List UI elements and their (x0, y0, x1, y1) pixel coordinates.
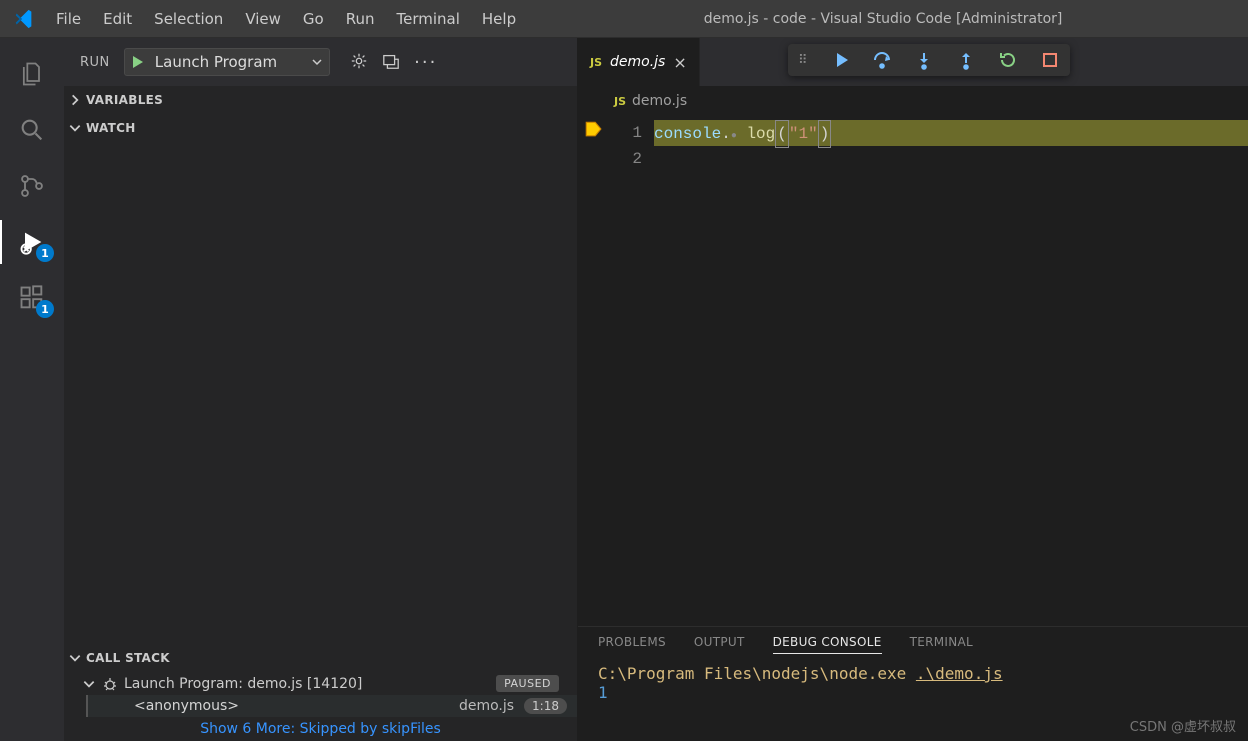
editor-body[interactable]: 1 2 console.● log("1") (578, 116, 1248, 626)
gear-icon[interactable] (350, 52, 368, 70)
activity-extensions[interactable]: 1 (0, 270, 64, 326)
step-out-icon[interactable] (956, 50, 976, 70)
panel-tab-debug-console[interactable]: DEBUG CONSOLE (773, 635, 882, 654)
editor-area: JS demo.js × ⠿ JS demo.js 1 2 (578, 38, 1248, 741)
activity-explorer[interactable] (0, 46, 64, 102)
frame-position: 1:18 (524, 698, 567, 714)
debug-toolbar[interactable]: ⠿ (788, 44, 1070, 76)
console-output-line: 1 (598, 683, 1228, 702)
menu-terminal[interactable]: Terminal (387, 6, 470, 32)
continue-icon[interactable] (830, 50, 850, 70)
debug-console-icon[interactable] (382, 52, 400, 70)
titlebar: File Edit Selection View Go Run Terminal… (0, 0, 1248, 38)
step-into-icon[interactable] (914, 50, 934, 70)
activitybar: 1 1 (0, 38, 64, 741)
gutter (578, 116, 606, 626)
line-number: 1 (606, 120, 642, 146)
run-sidebar: RUN Launch Program ··· VARIABLES WATCH C… (64, 38, 578, 741)
code-line-2[interactable] (654, 146, 1248, 172)
token-object: console (654, 125, 721, 143)
play-icon (129, 54, 145, 70)
line-numbers: 1 2 (606, 116, 654, 626)
menu-selection[interactable]: Selection (144, 6, 233, 32)
menubar: File Edit Selection View Go Run Terminal… (46, 6, 526, 32)
token-paren: ( (775, 120, 789, 148)
more-actions-icon[interactable]: ··· (414, 52, 437, 73)
menu-file[interactable]: File (46, 6, 91, 32)
token-paren: ) (818, 120, 832, 148)
watermark: CSDN @虚坏叔叔 (1130, 716, 1236, 735)
line-number: 2 (606, 146, 642, 172)
frame-name: <anonymous> (134, 698, 239, 714)
menu-go[interactable]: Go (293, 6, 334, 32)
section-watch[interactable]: WATCH (64, 114, 577, 142)
panel-tab-output[interactable]: OUTPUT (694, 635, 745, 654)
token-dot: . (721, 125, 731, 143)
panel-tab-terminal[interactable]: TERMINAL (910, 635, 973, 654)
bug-icon (102, 676, 118, 692)
drag-handle-icon[interactable]: ⠿ (798, 53, 808, 68)
section-callstack[interactable]: CALL STACK (64, 644, 577, 672)
console-launch-line: C:\Program Files\nodejs\node.exe .\demo.… (598, 664, 1228, 683)
activity-run-debug[interactable]: 1 (0, 214, 64, 270)
step-over-icon[interactable] (872, 50, 892, 70)
code-line-1[interactable]: console.● log("1") (654, 120, 1248, 146)
callstack-thread[interactable]: Launch Program: demo.js [14120] PAUSED (64, 672, 577, 695)
chevron-down-icon (82, 677, 96, 691)
breadcrumb[interactable]: JS demo.js (578, 86, 1248, 116)
window-title: demo.js - code - Visual Studio Code [Adm… (526, 11, 1240, 27)
watch-label: WATCH (86, 121, 136, 135)
chevron-right-icon (68, 93, 82, 107)
stop-icon[interactable] (1040, 50, 1060, 70)
show-more-frames[interactable]: Show 6 More: Skipped by skipFiles (64, 717, 577, 741)
suggest-indicator-icon: ● (731, 131, 737, 142)
panel-tab-problems[interactable]: PROBLEMS (598, 635, 666, 654)
chevron-down-icon (68, 651, 82, 665)
watch-body (64, 142, 577, 644)
menu-run[interactable]: Run (336, 6, 385, 32)
tab-label: demo.js (610, 54, 665, 70)
debug-config-dropdown[interactable]: Launch Program (124, 48, 330, 76)
current-line-indicator-icon (584, 120, 602, 138)
panel-tabs: PROBLEMS OUTPUT DEBUG CONSOLE TERMINAL (578, 627, 1248, 660)
section-variables[interactable]: VARIABLES (64, 86, 577, 114)
menu-help[interactable]: Help (472, 6, 526, 32)
frame-file: demo.js (459, 698, 514, 714)
token-string: "1" (789, 125, 818, 143)
extensions-badge: 1 (36, 300, 54, 318)
activity-scm[interactable] (0, 158, 64, 214)
activity-search[interactable] (0, 102, 64, 158)
callstack-label: CALL STACK (86, 651, 170, 665)
code-content[interactable]: console.● log("1") (654, 116, 1248, 626)
menu-edit[interactable]: Edit (93, 6, 142, 32)
variables-label: VARIABLES (86, 93, 163, 107)
paused-badge: PAUSED (496, 675, 559, 692)
js-file-icon: JS (614, 95, 626, 108)
run-title: RUN (80, 55, 110, 70)
chevron-down-icon (68, 121, 82, 135)
stack-frame[interactable]: <anonymous> demo.js 1:18 (86, 695, 577, 717)
chevron-down-icon (311, 56, 323, 68)
close-icon[interactable]: × (673, 53, 686, 72)
run-header: RUN Launch Program ··· (64, 38, 577, 86)
breadcrumb-file: demo.js (632, 93, 687, 109)
vscode-logo-icon (12, 7, 36, 31)
run-badge: 1 (36, 244, 54, 262)
js-file-icon: JS (590, 56, 602, 69)
menu-view[interactable]: View (235, 6, 291, 32)
token-method: log (746, 125, 775, 143)
tab-demo-js[interactable]: JS demo.js × (578, 38, 700, 86)
thread-label: Launch Program: demo.js [14120] (124, 676, 362, 692)
restart-icon[interactable] (998, 50, 1018, 70)
config-label: Launch Program (151, 53, 305, 71)
